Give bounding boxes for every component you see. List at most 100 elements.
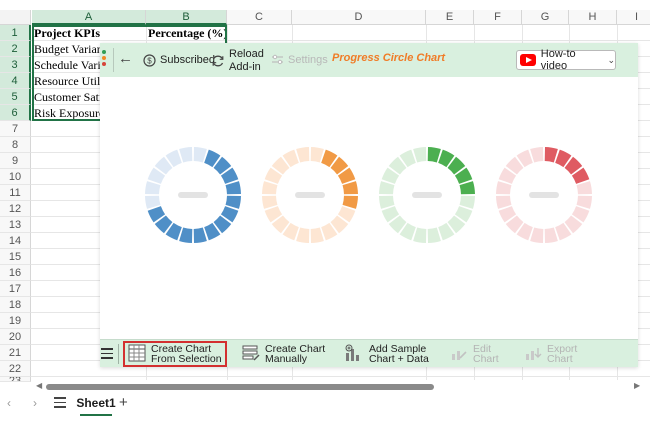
column-header-b[interactable]: B (146, 10, 227, 25)
progress-segment-filled-2 (342, 195, 358, 209)
row-header-2[interactable]: 2 (0, 41, 31, 57)
column-header-f[interactable]: F (474, 10, 522, 25)
row-header-20[interactable]: 20 (0, 329, 31, 345)
sample-chart-icon (344, 344, 364, 364)
progress-segment-filled-1 (225, 181, 241, 195)
row-header-22[interactable]: 22 (0, 361, 31, 377)
edit-chart-icon (450, 344, 468, 364)
row-header-15[interactable]: 15 (0, 249, 31, 265)
progress-segment-track-1 (193, 147, 207, 163)
cell-a3[interactable]: Schedule Variance (34, 57, 100, 73)
row-header-14[interactable]: 14 (0, 233, 31, 249)
sheet-tab-sheet1[interactable]: Sheet1 (76, 394, 116, 416)
row-header-23[interactable]: 23 (0, 377, 31, 382)
settings-sliders-icon (270, 53, 284, 67)
select-all-corner[interactable] (0, 10, 31, 25)
row-header-13[interactable]: 13 (0, 217, 31, 233)
progress-segment-filled-1 (225, 195, 241, 209)
progress-segment-track-4 (576, 181, 592, 195)
column-header-i[interactable]: I (617, 10, 650, 25)
progress-segment-track-4 (576, 195, 592, 209)
column-header-d[interactable]: D (292, 10, 426, 25)
create-man-label-2: Manually (265, 353, 308, 365)
progress-segment-track-1 (145, 181, 161, 195)
scroll-right-icon[interactable]: ▶ (634, 381, 640, 390)
all-sheets-menu-icon[interactable] (54, 397, 66, 411)
progress-segment-track-4 (530, 147, 544, 163)
row-header-17[interactable]: 17 (0, 281, 31, 297)
row-header-6[interactable]: 6 (0, 105, 31, 121)
row-header-11[interactable]: 11 (0, 185, 31, 201)
progress-value-placeholder-4 (529, 192, 559, 198)
row-header-7[interactable]: 7 (0, 121, 31, 137)
settings-button[interactable]: Settings (270, 53, 328, 67)
progress-segment-track-3 (413, 227, 427, 243)
row-header-16[interactable]: 16 (0, 265, 31, 281)
reload-label-line1: Reload (229, 48, 264, 60)
row-header-5[interactable]: 5 (0, 89, 31, 105)
progress-segment-filled-2 (342, 181, 358, 195)
progress-segment-filled-4 (544, 147, 558, 163)
cell-a5[interactable]: Customer Satisfaction (34, 89, 100, 105)
column-header-e[interactable]: E (426, 10, 474, 25)
sample-label-2: Chart + Data (369, 353, 429, 365)
progress-segment-track-3 (379, 181, 395, 195)
create-chart-from-selection-button[interactable]: Create Chart From Selection (123, 341, 227, 367)
refresh-icon (211, 54, 225, 68)
dollar-circle-icon: $ (142, 53, 156, 67)
subscribed-button[interactable]: $ Subscribed (142, 53, 215, 67)
progress-segment-track-2 (262, 181, 278, 195)
next-sheet-icon[interactable]: › (33, 396, 37, 410)
progress-segment-track-4 (544, 227, 558, 243)
export-label-2: Chart (547, 353, 573, 365)
column-header-a[interactable]: A (32, 10, 146, 25)
row-header-9[interactable]: 9 (0, 153, 31, 169)
row-header-19[interactable]: 19 (0, 313, 31, 329)
youtube-icon (520, 54, 536, 66)
cell-a1[interactable]: Project KPIs (34, 25, 144, 41)
addin-title: Progress Circle Chart (332, 52, 446, 64)
ribbon-divider (118, 344, 119, 364)
progress-segment-track-3 (413, 147, 427, 163)
progress-segment-track-2 (262, 195, 278, 209)
create-chart-manually-button[interactable]: Create Chart Manually (242, 343, 325, 365)
row-header-3[interactable]: 3 (0, 57, 31, 73)
row-header-12[interactable]: 12 (0, 201, 31, 217)
export-chart-button[interactable]: Export Chart (524, 343, 577, 365)
previous-sheet-icon[interactable]: ‹ (7, 396, 11, 410)
row-header-21[interactable]: 21 (0, 345, 31, 361)
how-to-video-dropdown[interactable]: How-to video ⌄ (516, 48, 616, 72)
back-arrow-icon[interactable]: ← (118, 51, 133, 67)
add-sheet-button[interactable]: + (119, 394, 128, 411)
row-header-1[interactable]: 1 (0, 25, 31, 41)
progress-segment-track-4 (496, 181, 512, 195)
row-header-18[interactable]: 18 (0, 297, 31, 313)
progress-value-placeholder-3 (412, 192, 442, 198)
progress-segment-track-1 (179, 147, 193, 163)
row-header-8[interactable]: 8 (0, 137, 31, 153)
reload-addin-button[interactable]: Reload Add-in (211, 48, 264, 74)
progress-segment-track-1 (145, 195, 161, 209)
column-header-h[interactable]: H (569, 10, 617, 25)
progress-segment-filled-1 (179, 227, 193, 243)
export-chart-icon (524, 344, 542, 364)
row-header-4[interactable]: 4 (0, 73, 31, 89)
subscribed-label: Subscribed (160, 54, 216, 66)
progress-segment-filled-1 (193, 227, 207, 243)
edit-chart-button[interactable]: Edit Chart (450, 343, 499, 365)
progress-segment-track-4 (496, 195, 512, 209)
column-header-c[interactable]: C (227, 10, 292, 25)
row-header-10[interactable]: 10 (0, 169, 31, 185)
cell-a4[interactable]: Resource Utilization (34, 73, 100, 89)
progress-segment-track-2 (310, 147, 324, 163)
horizontal-scrollbar-thumb[interactable] (46, 384, 434, 390)
addin-menu-dots-icon[interactable] (102, 50, 106, 68)
column-header-g[interactable]: G (522, 10, 569, 25)
table-edit-icon (242, 344, 260, 364)
cell-a2[interactable]: Budget Variance (34, 41, 100, 57)
cell-b1[interactable]: Percentage (%) (148, 25, 226, 41)
hamburger-menu-icon[interactable] (101, 348, 113, 362)
cell-a6[interactable]: Risk Exposure (34, 105, 100, 121)
add-sample-chart-button[interactable]: Add Sample Chart + Data (344, 343, 429, 365)
progress-circle-charts (145, 147, 592, 243)
